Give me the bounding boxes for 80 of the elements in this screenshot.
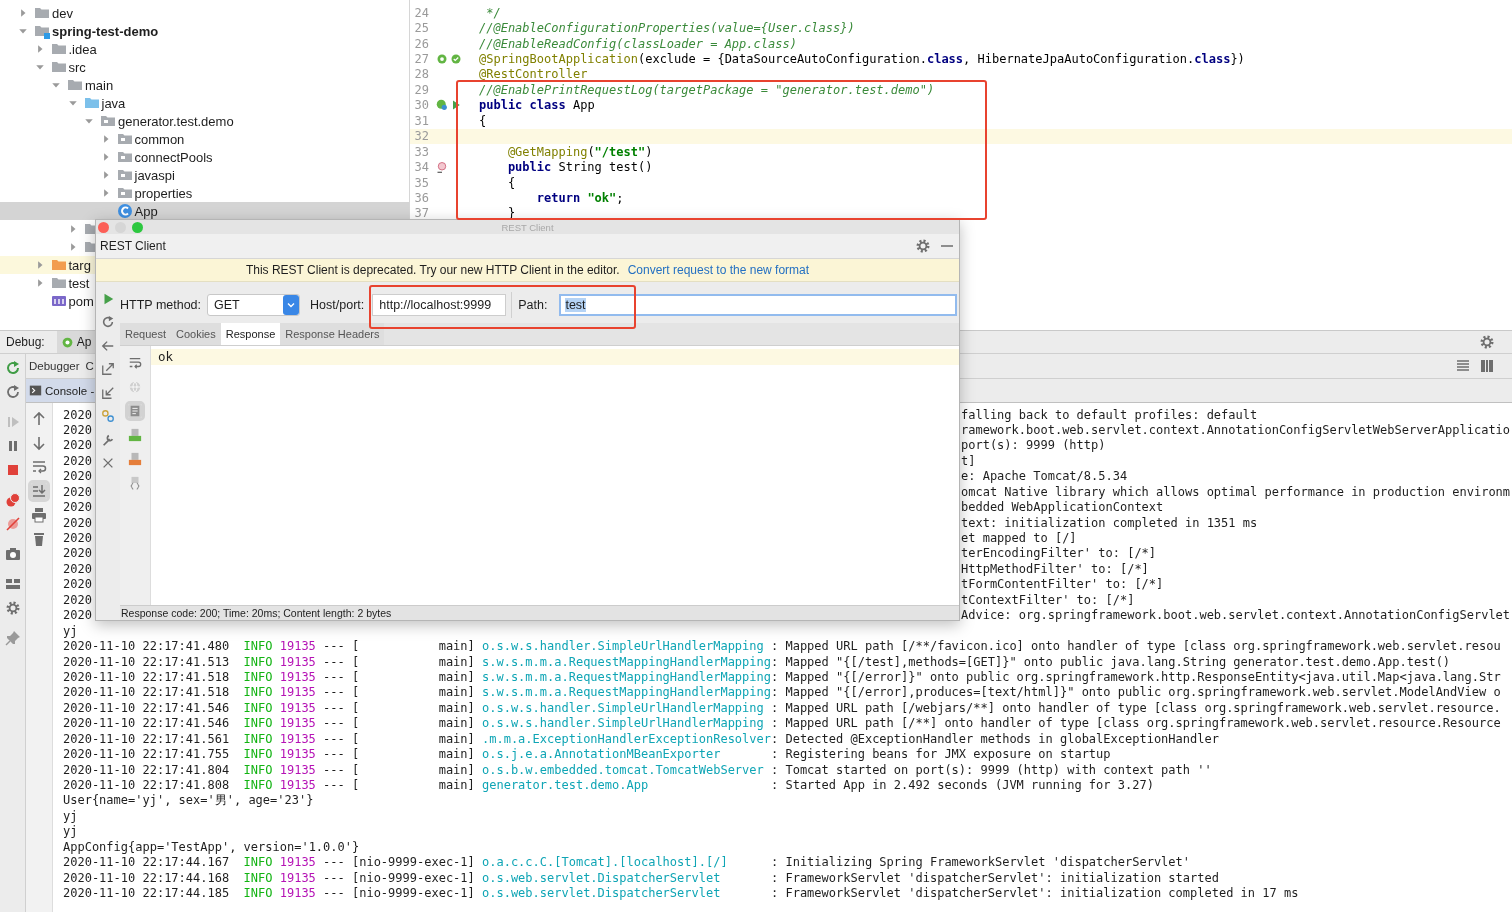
line-number: 27 [413, 52, 429, 67]
panel-title: Debug: [6, 335, 45, 349]
field-label: HTTP method: [120, 297, 202, 312]
line-number: 34 [413, 160, 429, 175]
code-line-text: //@EnablePrintRequestLog(targetPackage = "generator.test.demo") [479, 82, 935, 97]
console-text: et mapped to [/] [961, 531, 1077, 547]
console-text: 2020 [63, 500, 92, 516]
line-number: 32 [413, 129, 429, 144]
log-line: 2020-11-10 22:17:44.167 INFO 19135 --- [nio-9999-exec-1] o.a.c.c.C.[Tomcat].[localhost].[/] : Initializing Spring FrameworkServlet 'dispatcherServlet' [63, 855, 1190, 871]
console-text: yj [63, 824, 78, 839]
field-label: Path: [518, 297, 548, 312]
line-number: 26 [413, 36, 429, 51]
code-line-text: //@EnableConfigurationProperties(value={User.class}) [479, 21, 855, 36]
console-text: ramework.boot.web.servlet.context.AnnotationConfigServletWebServerApplicatio [961, 422, 1511, 439]
console-text: AppConfig{app='TestApp', version='1.0.0'} [63, 839, 360, 854]
log-line: 2020-11-10 22:17:41.804 INFO 19135 --- [ main] o.s.b.w.embedded.tomcat.TomcatWebServer : Tomcat started on port(s): 9999 (http) with context path '' [63, 762, 1212, 778]
log-line: 2020-11-10 22:17:41.808 INFO 19135 --- [ main] generator.test.demo.App : Started App in 2.492 seconds (JVM running for 3.27) [63, 778, 1154, 794]
console-text: falling back to default profiles: default [961, 407, 1258, 423]
console-text: 2020 [63, 407, 92, 423]
line-number: 29 [413, 82, 429, 97]
log-line: 2020-11-10 22:17:41.518 INFO 19135 --- [ main] s.w.s.m.m.a.RequestMappingHandlerMapping: Mapped "{[/error]}" onto public org.springframework.http.ResponseEntity<java.util.Map<java.lang.Str [63, 669, 1501, 686]
log-line: 2020-11-10 22:17:41.546 INFO 19135 --- [ main] o.s.w.s.handler.SimpleUrlHandlerMapping : Mapped URL path [/**] onto handler of type [class org.springframework.web.servlet.resource.Resource [63, 716, 1501, 732]
code-line-text: */ [485, 5, 501, 20]
console-text: 2020 [63, 561, 92, 578]
console-text: HttpMethodFilter' to: [/*] [961, 561, 1149, 578]
console-text: text: initialization completed in 1351 ms [961, 515, 1258, 531]
banner-text: This REST Client is deprecated. Try our new HTTP Client in the editor. [245, 263, 620, 277]
line-number: 31 [413, 113, 429, 128]
code-line-text: public class App [479, 98, 595, 113]
log-line: 2020-11-10 22:17:41.546 INFO 19135 --- [ main] o.s.w.s.handler.SimpleUrlHandlerMapping : Mapped URL path [/webjars/**] onto handler of type [class org.springframework.web.servlet.resource. [63, 700, 1501, 717]
code-line-text: @SpringBootApplication(exclude = {DataSourceAutoConfiguration.class, HibernateJpaAutoConfiguration.class}) [479, 52, 1245, 67]
console-text: 2020 [63, 592, 92, 609]
log-line: 2020-11-10 22:17:41.513 INFO 19135 --- [ main] s.w.s.m.m.a.RequestMappingHandlerMapping: Mapped "{[/test],methods=[GET]}" onto public java.lang.String generator.test.demo.App.test() [63, 654, 1451, 670]
console-text: 2020 [63, 453, 92, 470]
panel-title: REST Client [100, 239, 166, 253]
code-line-text: @GetMapping("/test") [506, 144, 653, 159]
console-text: terEncodingFilter' to: [/*] [961, 546, 1157, 562]
line-number: 36 [413, 190, 429, 205]
console-text: 2020 [63, 531, 92, 547]
code-line-text: @RestController [479, 67, 588, 82]
line-number: 37 [413, 206, 429, 221]
console-text: e: Apache Tomcat/8.5.34 [961, 469, 1128, 485]
console-text: t] [961, 453, 976, 470]
log-line: 2020-11-10 22:17:41.755 INFO 19135 --- [ main] o.s.j.e.a.AnnotationMBeanExporter : Registering beans for JMX exposure on startup [63, 747, 1111, 763]
console-text: User{name='yj', sex='男', age='23'} [63, 793, 314, 808]
console-text: 2020 [63, 484, 92, 501]
field-label: Host/port: [310, 297, 365, 312]
console-text: bedded WebApplicationContext [961, 500, 1164, 516]
console-text: omcat Native library which allows optimal performance in production environm [961, 484, 1511, 501]
response-text: ok [158, 349, 174, 364]
line-number: 33 [413, 144, 429, 159]
console-text: 2020 [63, 546, 92, 562]
line-number: 30 [413, 98, 429, 113]
console-text: Advice: org.springframework.boot.web.servlet.context.AnnotationConfigServlet [961, 608, 1511, 624]
console-text: yj [63, 623, 78, 638]
code-line-text: public String test() [506, 160, 653, 175]
code-line-text: { [506, 175, 516, 190]
code-line-text: return "ok"; [535, 190, 624, 205]
status-bar: Response code: 200; Time: 20ms; Content length: 2 bytes [120, 605, 959, 620]
code-line-text: //@EnableReadConfig(classLoader = App.class) [479, 36, 797, 51]
line-number: 25 [413, 21, 429, 36]
console-text: 2020 [63, 577, 92, 593]
console-text: 2020 [63, 469, 92, 485]
console-text: 2020 [63, 422, 92, 439]
console-text: 2020 [63, 438, 92, 454]
console-text: tContextFilter' to: [/*] [961, 592, 1135, 609]
log-line: 2020-11-10 22:17:41.518 INFO 19135 --- [ main] s.w.s.m.m.a.RequestMappingHandlerMapping: Mapped "{[/error],produces=[text/html]}" onto public org.springframework.web.servlet.ModelAndView o [63, 685, 1501, 701]
console-text: port(s): 9999 (http) [961, 438, 1106, 454]
log-line: 2020-11-10 22:17:41.561 INFO 19135 --- [ main] .m.m.a.ExceptionHandlerExceptionResolver: Detected @ExceptionHandler methods in globalExceptionHandler [63, 731, 1219, 748]
log-line: 2020-11-10 22:17:44.168 INFO 19135 --- [nio-9999-exec-1] o.s.web.servlet.DispatcherServlet : FrameworkServlet 'dispatcherServlet': initialization started [63, 870, 1219, 887]
console-text: 2020 [63, 608, 92, 624]
line-number: 28 [413, 67, 429, 82]
log-line: 2020-11-10 22:17:41.480 INFO 19135 --- [ main] o.s.w.s.handler.SimpleUrlHandlerMapping : Mapped URL path [/**/favicon.ico] onto handler of type [class org.springframework.web.servlet.resou [63, 639, 1501, 655]
line-number: 24 [413, 5, 429, 20]
console-text: 2020 [63, 515, 92, 531]
console-text: yj [63, 808, 78, 823]
console-text: tFormContentFilter' to: [/*] [961, 577, 1164, 593]
code-line-text: { [479, 113, 487, 128]
line-number: 35 [413, 175, 429, 190]
log-line: 2020-11-10 22:17:44.185 INFO 19135 --- [nio-9999-exec-1] o.s.web.servlet.DispatcherServlet : FrameworkServlet 'dispatcherServlet': initialization completed in 17 ms [63, 886, 1299, 902]
